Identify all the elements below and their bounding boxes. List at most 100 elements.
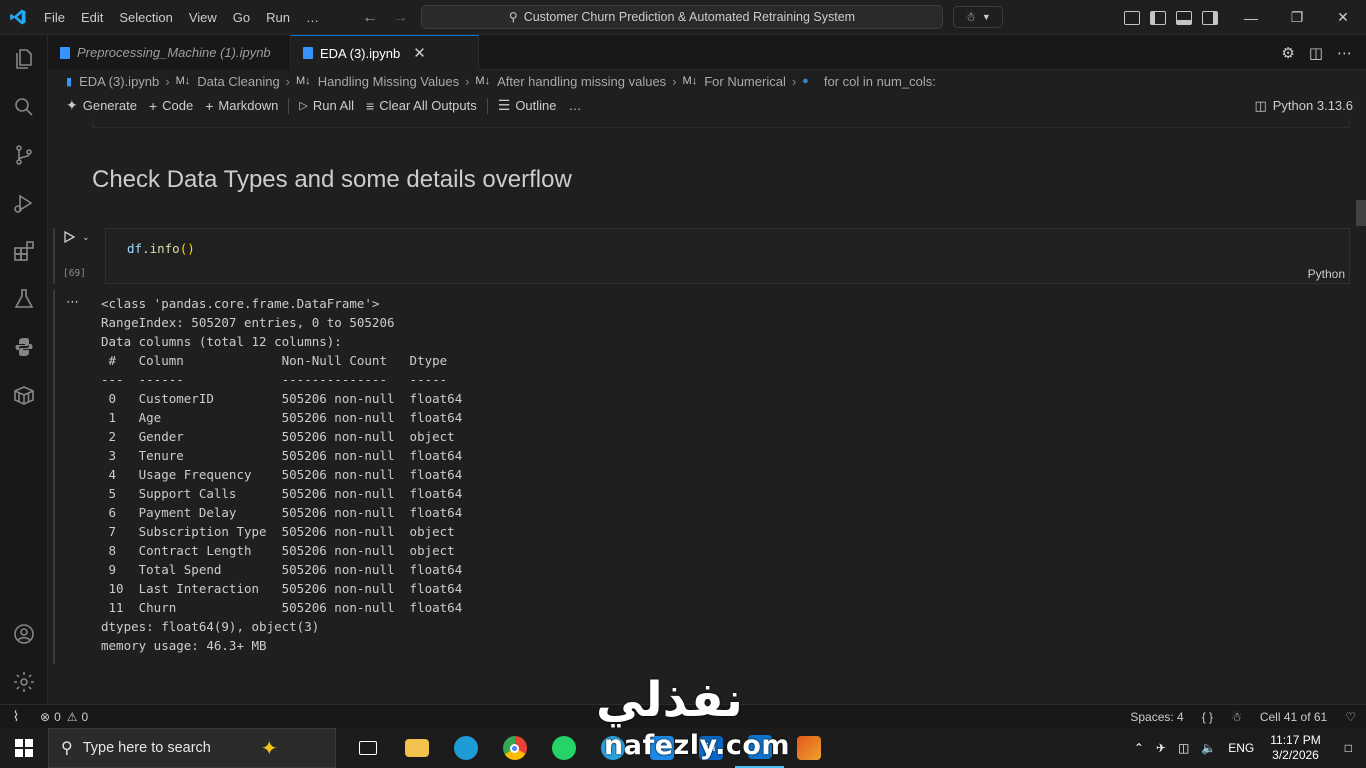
cell-output: <class 'pandas.core.frame.DataFrame'> Ran… (101, 294, 462, 655)
output-line: <class 'pandas.core.frame.DataFrame'> (101, 296, 380, 311)
python-icon[interactable] (12, 335, 36, 359)
matlab-icon[interactable] (784, 728, 833, 768)
output-line: 1 Age 505206 non-null float64 (101, 410, 463, 425)
braces-status[interactable]: { } (1202, 710, 1213, 724)
minimize-icon[interactable]: — (1228, 10, 1274, 26)
menu-edit[interactable]: Edit (73, 0, 111, 35)
telegram-icon[interactable] (588, 728, 637, 768)
speaker-icon[interactable]: 🔈 (1195, 741, 1222, 755)
extensions-icon[interactable] (12, 239, 36, 263)
containers-icon[interactable] (12, 383, 36, 407)
breadcrumb-item[interactable]: For Numerical (704, 74, 786, 89)
more-actions-icon[interactable]: ⋯ (1337, 44, 1352, 62)
clear-all-outputs-button[interactable]: ≡ Clear All Outputs (360, 98, 483, 114)
source-control-icon[interactable] (12, 143, 36, 167)
code-cell[interactable]: df.info() Python (105, 228, 1350, 284)
notebook-file-icon (60, 46, 70, 59)
close-tab-icon[interactable]: ✕ (413, 44, 426, 62)
edge-browser-icon[interactable] (441, 728, 490, 768)
output-line: memory usage: 46.3+ MB (101, 638, 267, 653)
markdown-label: Markdown (218, 98, 279, 113)
menu-more[interactable]: … (298, 0, 327, 35)
close-window-icon[interactable]: ✕ (1320, 9, 1366, 26)
kernel-icon: ◫ (1254, 97, 1267, 113)
output-actions-icon[interactable]: ⋯ (66, 294, 80, 310)
breadcrumb-item[interactable]: After handling missing values (497, 74, 666, 89)
run-debug-icon[interactable] (12, 191, 36, 215)
back-arrow-icon[interactable]: ← (362, 9, 378, 27)
cell-language-label[interactable]: Python (1308, 267, 1345, 281)
code-line: df.info() (127, 241, 195, 256)
add-code-button[interactable]: + Code (143, 98, 199, 114)
kernel-picker[interactable]: ◫ Python 3.13.6 (1254, 93, 1353, 118)
toggle-panel-icon[interactable] (1176, 10, 1192, 25)
output-line: 9 Total Spend 505206 non-null float64 (101, 562, 463, 577)
breadcrumb-item[interactable]: Data Cleaning (197, 74, 279, 89)
indentation-status[interactable]: Spaces: 4 (1130, 710, 1183, 724)
breadcrumb-item[interactable]: for col in num_cols: (824, 74, 936, 89)
notification-center-icon[interactable]: □ (1331, 741, 1366, 755)
whatsapp-icon[interactable] (539, 728, 588, 768)
breadcrumb-item[interactable]: Handling Missing Values (318, 74, 459, 89)
gear-icon[interactable]: ⚙ (1281, 44, 1294, 62)
airplane-mode-icon[interactable]: ✈ (1150, 741, 1172, 755)
output-line: # Column Non-Null Count Dtype (101, 353, 463, 368)
generate-button[interactable]: ✦ Generate (60, 97, 143, 114)
markdown-icon: M↓ (175, 75, 191, 87)
markdown-icon: M↓ (296, 75, 311, 87)
menu-file[interactable]: File (36, 0, 73, 35)
vscode-file-icon[interactable] (637, 728, 686, 768)
chevron-down-icon[interactable]: ⌄ (82, 232, 90, 243)
outline-button[interactable]: ☰ Outline (492, 97, 563, 114)
vertical-scrollbar[interactable] (1356, 200, 1366, 226)
cell-position[interactable]: Cell 41 of 61 (1260, 710, 1327, 724)
menu-selection[interactable]: Selection (111, 0, 180, 35)
add-markdown-button[interactable]: + Markdown (199, 98, 284, 114)
task-view-icon[interactable] (343, 728, 392, 768)
input-language[interactable]: ENG (1222, 741, 1260, 755)
forward-arrow-icon[interactable]: → (392, 9, 408, 27)
system-tray: ⌃ ✈ ◫ 🔈 ENG 11:17 PM 3/2/2026 □ (1128, 728, 1366, 768)
tab-eda[interactable]: EDA (3).ipynb ✕ (291, 35, 479, 70)
testing-flask-icon[interactable] (12, 287, 36, 311)
taskbar-search[interactable]: ⚲ Type here to search ✦ (48, 728, 336, 768)
execution-count: [69] (63, 268, 86, 279)
problems-indicator[interactable]: ⊗ 0 ⚠ 0 (32, 710, 88, 724)
explorer-icon[interactable] (12, 47, 36, 71)
linkedin-icon[interactable]: in (686, 728, 735, 768)
search-icon: ⚲ (61, 740, 73, 757)
chevron-up-icon[interactable]: ⌃ (1128, 741, 1150, 755)
output-line: 0 CustomerID 505206 non-null float64 (101, 391, 463, 406)
battery-icon[interactable]: ◫ (1172, 741, 1195, 755)
command-center[interactable]: ⚲ Customer Churn Prediction & Automated … (421, 5, 943, 29)
chrome-browser-icon[interactable] (490, 728, 539, 768)
remote-icon[interactable]: ⌇ (0, 705, 32, 729)
accounts-icon[interactable] (12, 622, 36, 646)
menu-run[interactable]: Run (258, 0, 298, 35)
toggle-primary-sidebar-icon[interactable] (1150, 10, 1166, 25)
output-line: --- ------ -------------- ----- (101, 372, 463, 387)
toggle-secondary-sidebar-icon[interactable] (1202, 10, 1218, 25)
file-explorer-icon[interactable] (392, 728, 441, 768)
menu-go[interactable]: Go (225, 0, 258, 35)
navigation-arrows: ← → (362, 0, 408, 35)
more-toolbar-button[interactable]: … (563, 98, 588, 113)
settings-gear-icon[interactable] (12, 670, 36, 694)
menu-view[interactable]: View (181, 0, 225, 35)
split-editor-icon[interactable]: ◫ (1309, 44, 1323, 62)
windows-taskbar: ⚲ Type here to search ✦ in ⌃ ✈ ◫ 🔈 ENG 1… (0, 728, 1366, 768)
run-all-button[interactable]: ▷ Run All (293, 98, 360, 113)
customize-layout-icon[interactable] (1124, 10, 1140, 25)
play-icon (64, 230, 76, 244)
run-cell-button[interactable]: ⌄ (62, 230, 90, 244)
restore-icon[interactable]: ❐ (1274, 9, 1320, 26)
tab-preprocessing[interactable]: Preprocessing_Machine (1).ipynb (48, 35, 291, 70)
search-icon[interactable] (12, 95, 36, 119)
vscode-app-icon[interactable] (735, 728, 784, 768)
breadcrumb-item[interactable]: EDA (3).ipynb (79, 74, 159, 89)
clock[interactable]: 11:17 PM 3/2/2026 (1260, 733, 1330, 763)
start-button[interactable] (0, 728, 48, 768)
notifications-bell-icon[interactable]: ♡ (1345, 710, 1356, 724)
copilot-status-icon[interactable]: ☃ (1231, 710, 1242, 724)
copilot-button[interactable]: ☃ ▼ (953, 6, 1003, 28)
